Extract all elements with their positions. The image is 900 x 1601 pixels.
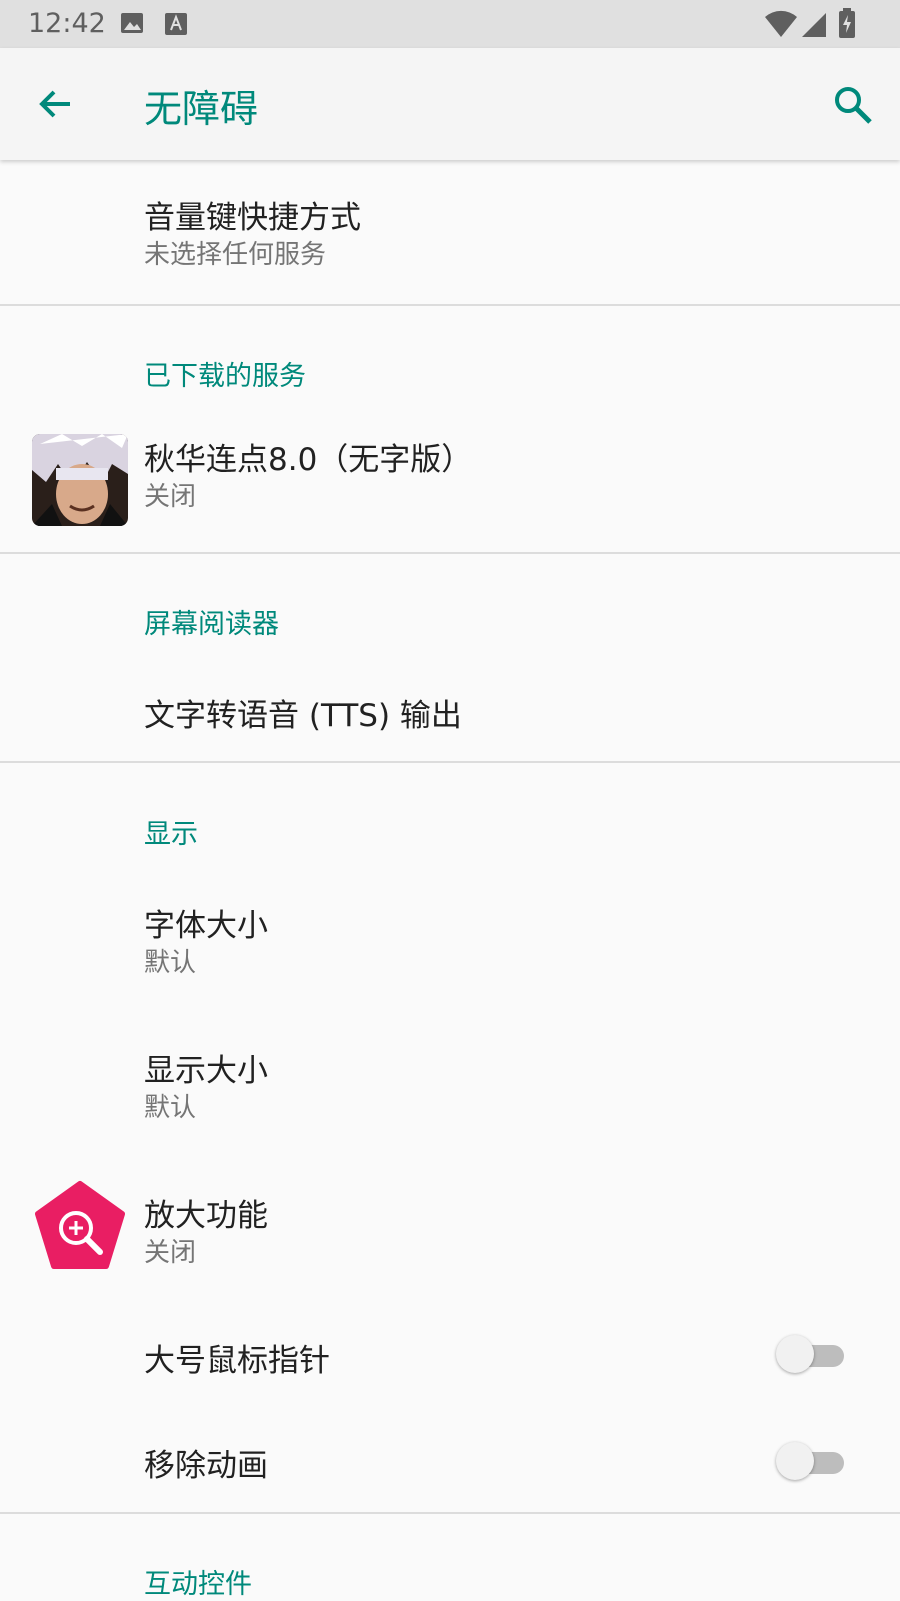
item-summary: 关闭 — [144, 1238, 197, 1268]
divider — [0, 304, 900, 306]
display-size-item[interactable]: 显示大小 默认 — [0, 1015, 900, 1159]
item-summary: 默认 — [144, 1093, 197, 1123]
status-time: 12:42 — [28, 8, 106, 39]
image-icon — [120, 12, 144, 38]
section-header-interaction: 互动控件 — [144, 1569, 252, 1600]
item-summary: 关闭 — [144, 482, 197, 512]
page-title: 无障碍 — [144, 87, 259, 131]
item-title: 字体大小 — [144, 908, 268, 944]
remove-animations-switch[interactable] — [776, 1442, 846, 1482]
search-icon[interactable] — [832, 84, 874, 126]
divider — [0, 552, 900, 554]
item-title: 大号鼠标指针 — [144, 1343, 330, 1379]
font-size-item[interactable]: 字体大小 默认 — [0, 870, 900, 1014]
status-bar: 12:42 — [0, 0, 900, 48]
item-title: 显示大小 — [144, 1053, 268, 1089]
battery-charging-icon — [838, 8, 856, 42]
remove-animations-item[interactable]: 移除动画 — [0, 1410, 900, 1510]
item-title: 秋华连点8.0（无字版） — [144, 442, 473, 478]
volume-shortcut-item[interactable]: 音量键快捷方式 未选择任何服务 — [0, 160, 900, 304]
large-pointer-item[interactable]: 大号鼠标指针 — [0, 1305, 900, 1405]
item-title: 文字转语音 (TTS) 输出 — [144, 698, 462, 734]
wifi-icon — [764, 10, 798, 42]
item-summary: 默认 — [144, 948, 197, 978]
divider — [0, 761, 900, 763]
item-title: 音量键快捷方式 — [144, 200, 361, 236]
arrow-back-icon[interactable] — [36, 84, 76, 124]
text-a-icon — [164, 12, 188, 40]
tts-output-item[interactable]: 文字转语音 (TTS) 输出 — [0, 660, 900, 762]
magnification-item[interactable]: 放大功能 关闭 — [0, 1160, 900, 1304]
section-header-display: 显示 — [144, 819, 198, 850]
app-avatar-icon — [32, 434, 128, 530]
item-summary: 未选择任何服务 — [144, 240, 327, 270]
large-pointer-switch[interactable] — [776, 1335, 846, 1375]
magnification-icon — [34, 1180, 126, 1276]
switch-thumb — [776, 1335, 814, 1373]
divider — [0, 1512, 900, 1514]
qiuhua-service-item[interactable]: 秋华连点8.0（无字版） 关闭 — [0, 420, 900, 552]
switch-thumb — [776, 1442, 814, 1480]
item-title: 放大功能 — [144, 1198, 268, 1234]
item-title: 移除动画 — [144, 1448, 268, 1484]
section-header-screen-reader: 屏幕阅读器 — [144, 609, 279, 640]
signal-icon — [800, 10, 828, 42]
app-bar: 无障碍 — [0, 48, 900, 160]
section-header-downloaded: 已下载的服务 — [144, 361, 306, 392]
